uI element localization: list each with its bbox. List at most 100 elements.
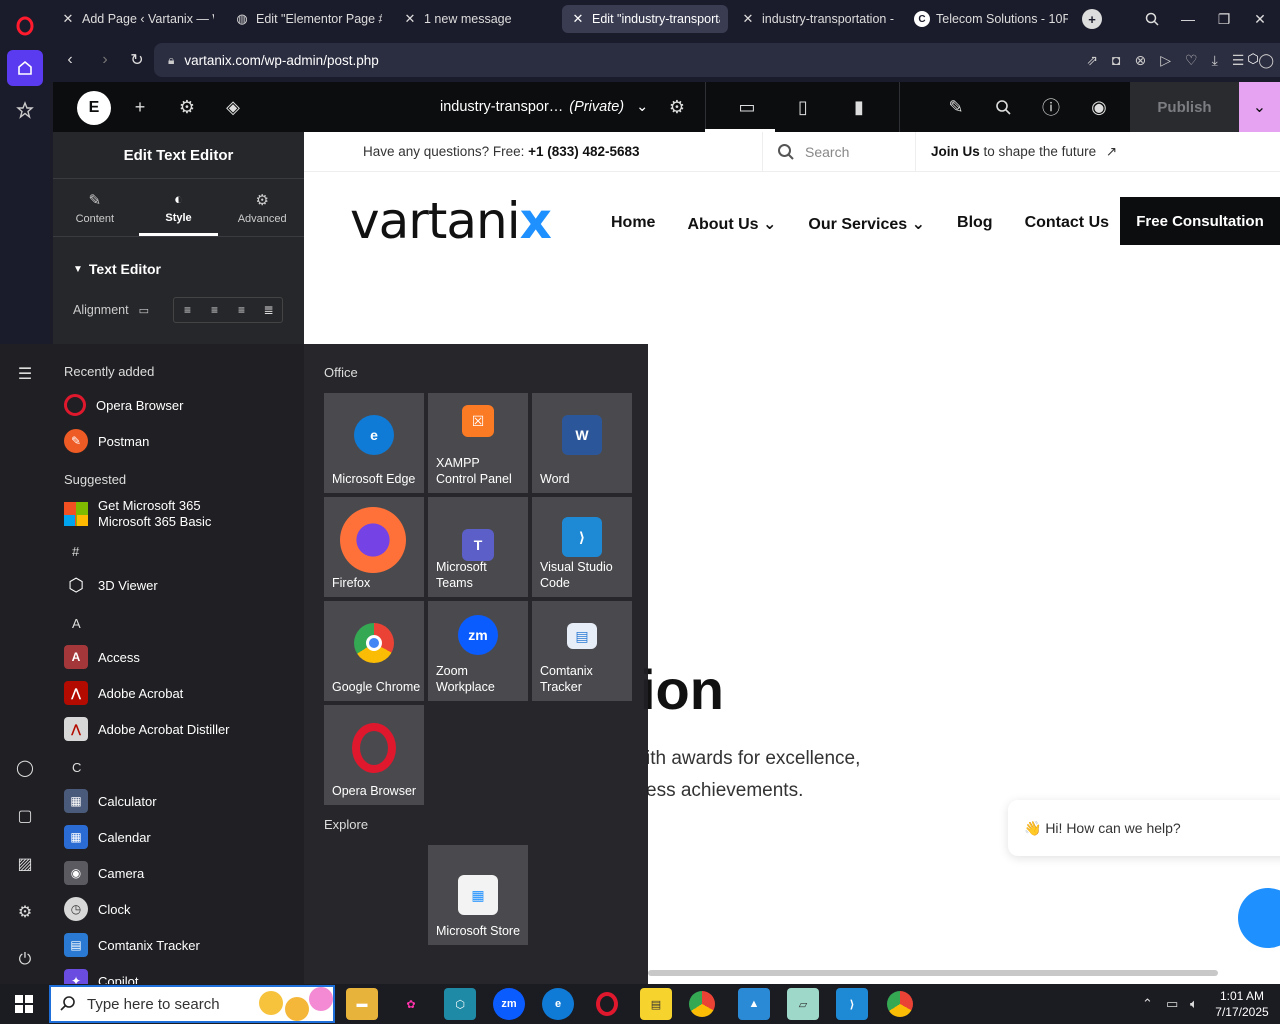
site-logo[interactable]: vartanix	[350, 192, 552, 250]
mobile-device-icon[interactable]: ▮	[844, 82, 874, 132]
nav-about-us[interactable]: About Us ⌄	[687, 214, 776, 234]
taskbar-search-input[interactable]	[87, 995, 247, 1013]
app-adobe-acrobat[interactable]: ⋀ Adobe Acrobat	[64, 677, 183, 709]
tile-microsoft-store[interactable]: ▦ Microsoft Store	[428, 845, 528, 945]
letter-header[interactable]: #	[72, 544, 79, 559]
chat-greeting-bubble[interactable]: 👋 Hi! How can we help?	[1008, 800, 1280, 856]
browser-tab[interactable]: ✕ 1 new message	[394, 5, 558, 33]
desktop-device-icon[interactable]: ▭	[732, 82, 762, 132]
opera-taskbar-icon[interactable]	[591, 988, 623, 1020]
finder-search-icon[interactable]	[988, 82, 1018, 132]
zoom-taskbar-icon[interactable]: zm	[493, 988, 525, 1020]
settings-gear-icon[interactable]: ⚙	[11, 898, 39, 926]
extensions-cube-icon[interactable]: ⬡	[1238, 44, 1268, 74]
forward-icon[interactable]: ›	[88, 43, 122, 77]
nav-home[interactable]: Home	[611, 214, 655, 234]
opera-logo-icon[interactable]	[7, 8, 43, 44]
app-postman[interactable]: ✎ Postman	[64, 425, 149, 457]
nav-blog[interactable]: Blog	[957, 214, 993, 234]
adblock-icon[interactable]: ⊗	[1134, 52, 1146, 69]
chrome-taskbar-icon-2[interactable]	[887, 991, 913, 1017]
page-settings-gear-icon[interactable]: ⚙	[662, 82, 692, 132]
publish-options-chevron-icon[interactable]: ⌄	[1239, 82, 1280, 132]
app-clock[interactable]: ◷ Clock	[64, 893, 131, 925]
tile-visual-studio-code[interactable]: ⟩ Visual Studio Code	[532, 497, 632, 597]
preview-eye-icon[interactable]: ◉	[1084, 82, 1114, 132]
show-hidden-icons-chevron-icon[interactable]: ⌃	[1142, 984, 1153, 1024]
reload-icon[interactable]: ↻	[120, 43, 154, 77]
app-access[interactable]: A Access	[64, 641, 140, 673]
app-calendar[interactable]: ▦ Calendar	[64, 821, 151, 853]
structure-layers-icon[interactable]: ◈	[218, 82, 248, 132]
elementor-logo-icon[interactable]: E	[77, 91, 111, 125]
restore-icon[interactable]: ❐	[1206, 0, 1242, 38]
volume-icon[interactable]: 🔈︎	[1190, 984, 1198, 1024]
download-icon[interactable]: ⤓	[1212, 52, 1218, 69]
align-justify-icon[interactable]: ≣	[255, 298, 282, 322]
user-account-icon[interactable]: ◯	[11, 754, 39, 782]
tile-microsoft-edge[interactable]: e Microsoft Edge	[324, 393, 424, 493]
tile-xampp-control-panel[interactable]: ☒ XAMPP Control Panel	[428, 393, 528, 493]
tile-word[interactable]: W Word	[532, 393, 632, 493]
browser-tab-active[interactable]: ✕ Edit "industry-transportati	[562, 5, 728, 33]
letter-header[interactable]: A	[72, 616, 81, 631]
letter-header[interactable]: C	[72, 760, 81, 775]
browser-tab[interactable]: C Telecom Solutions - 10Pe	[906, 5, 1076, 33]
tile-opera-browser[interactable]: Opera Browser	[324, 705, 424, 805]
pictures-icon[interactable]: ▨	[11, 850, 39, 878]
network-icon[interactable]: ▭	[1166, 984, 1178, 1024]
edge-taskbar-icon[interactable]: e	[542, 988, 574, 1020]
app-adobe-acrobat-distiller[interactable]: ⋀ Adobe Acrobat Distiller	[64, 713, 230, 745]
tile-zoom-workplace[interactable]: zm Zoom Workplace	[428, 601, 528, 701]
windows-start-icon[interactable]	[0, 984, 48, 1024]
hamburger-menu-icon[interactable]: ☰	[11, 360, 39, 388]
star-icon[interactable]	[7, 92, 43, 128]
tab-content[interactable]: ✎ Content	[53, 179, 137, 236]
home-icon[interactable]	[7, 50, 43, 86]
tab-advanced[interactable]: ⚙ Advanced	[220, 179, 304, 236]
nav-contact-us[interactable]: Contact Us	[1025, 214, 1109, 234]
browser-tab[interactable]: ✕ industry-transportation -	[732, 5, 902, 33]
taskbar-search-box[interactable]	[49, 985, 335, 1023]
system-clock[interactable]: 1:01 AM 7/17/2025	[1212, 988, 1272, 1020]
app-get-microsoft-365[interactable]: Get Microsoft 365 Microsoft 365 Basic	[64, 496, 211, 532]
vscode-taskbar-icon[interactable]: ⟩	[836, 988, 868, 1020]
app-copilot[interactable]: ✦ Copilot	[64, 965, 138, 984]
free-consultation-button[interactable]: Free Consultation	[1120, 197, 1280, 245]
player-icon[interactable]: ▷	[1160, 52, 1171, 69]
url-field[interactable]: 🔒︎ vartanix.com/wp-admin/post.php ⇗ ◘ ⊗ …	[154, 43, 1280, 77]
chat-launcher-icon[interactable]	[1238, 888, 1280, 948]
align-right-icon[interactable]: ≡	[228, 298, 255, 322]
publish-button[interactable]: Publish	[1130, 82, 1239, 132]
align-left-icon[interactable]: ≡	[174, 298, 201, 322]
app-calculator[interactable]: ▦ Calculator	[64, 785, 157, 817]
app-camera[interactable]: ◉ Camera	[64, 857, 144, 889]
app-opera-browser[interactable]: Opera Browser	[64, 389, 183, 421]
heart-icon[interactable]: ♡	[1185, 52, 1198, 69]
power-icon[interactable]: ⏻	[11, 946, 39, 974]
site-search-input[interactable]: Search	[762, 132, 916, 172]
close-window-icon[interactable]: ✕	[1242, 0, 1278, 38]
phone-link[interactable]: +1 (833) 482-5683	[528, 144, 639, 159]
sticky-notes-icon[interactable]: ▤	[640, 988, 672, 1020]
app-3d-viewer[interactable]: ⬡ 3D Viewer	[64, 569, 158, 601]
back-icon[interactable]: ‹	[53, 43, 87, 77]
align-center-icon[interactable]: ≡	[201, 298, 228, 322]
nav-our-services[interactable]: Our Services ⌄	[808, 214, 925, 234]
responsive-desktop-icon[interactable]: ▭	[139, 304, 149, 317]
tablet-device-icon[interactable]: ▯	[788, 82, 818, 132]
minimize-icon[interactable]: —	[1170, 0, 1206, 38]
app-comtanix-tracker[interactable]: ▤ Comtanix Tracker	[64, 929, 200, 961]
documents-icon[interactable]: ▢	[11, 802, 39, 830]
share-icon[interactable]: ⇗	[1086, 52, 1098, 69]
notepad-icon[interactable]: ▱	[787, 988, 819, 1020]
tile-comtanix-tracker[interactable]: ▤ Comtanix Tracker	[532, 601, 632, 701]
join-us-link[interactable]: Join Us to shape the future ↗	[931, 144, 1117, 160]
browser-tab[interactable]: ✕ Add Page ‹ Vartanix — W	[52, 5, 222, 33]
camera-icon[interactable]: ◘	[1112, 52, 1120, 68]
add-element-plus-icon[interactable]: +	[125, 82, 155, 132]
tab-style[interactable]: ◐ Style	[137, 179, 221, 236]
file-explorer-icon[interactable]: ▬	[346, 988, 378, 1020]
app-hexagon-icon[interactable]: ⬡	[444, 988, 476, 1020]
tile-google-chrome[interactable]: Google Chrome	[324, 601, 424, 701]
